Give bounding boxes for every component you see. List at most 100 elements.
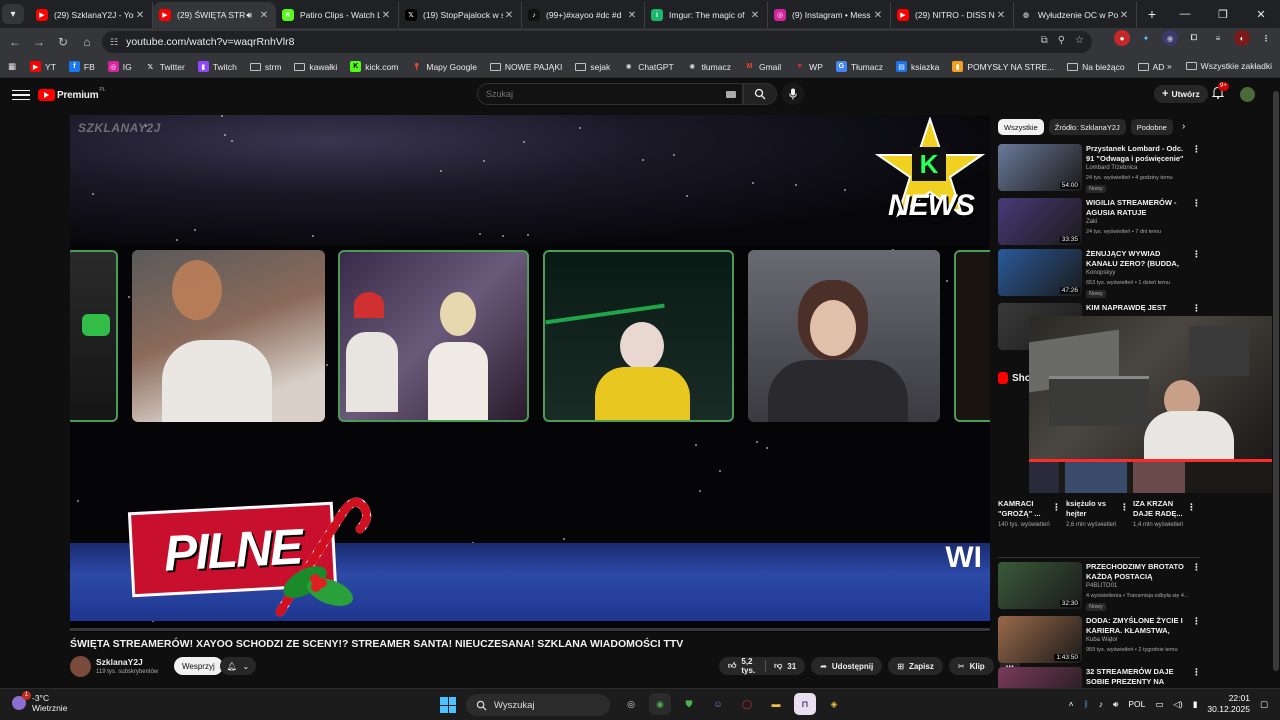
search-input[interactable] — [486, 89, 716, 99]
browser-tab[interactable]: ◍ Wyłudzenie OC w Po ✕ — [1014, 2, 1137, 28]
tray-overflow-icon[interactable]: ˄ — [1069, 699, 1074, 709]
more-options-icon[interactable]: ⋮ — [1192, 667, 1201, 678]
save-button[interactable]: ⊞ Zapisz — [888, 657, 943, 675]
steam-app-icon[interactable]: ◎ — [620, 693, 642, 715]
video-thumbnail[interactable]: 33:35 — [998, 198, 1082, 245]
close-tab-icon[interactable]: ✕ — [134, 10, 146, 21]
support-button[interactable]: Wesprzyj — [174, 657, 223, 675]
apps-grid-icon[interactable]: ▦ — [8, 61, 16, 72]
chips-next-icon[interactable]: › — [1182, 121, 1185, 132]
more-options-icon[interactable]: ⋮ — [1192, 562, 1201, 573]
more-options-icon[interactable]: ⋮ — [1052, 502, 1061, 513]
recommended-title[interactable]: ŻENUJĄCY WYWIAD KANAŁU ZERO? (BUDDA, STA… — [1086, 249, 1188, 268]
voice-search-button[interactable] — [782, 83, 804, 105]
more-options-icon[interactable]: ⋮ — [1192, 198, 1201, 209]
puzzle-icon[interactable]: ⧠ — [1186, 30, 1202, 46]
recommended-channel[interactable]: Konopskyy — [1086, 270, 1115, 276]
bookmark-item[interactable]: NOWE PAJĄKI — [489, 62, 562, 72]
close-tab-icon[interactable]: ✕ — [1118, 10, 1130, 21]
bookmark-item[interactable]: ▮ Twitch — [197, 61, 237, 72]
record-extension-icon[interactable]: ● — [1114, 30, 1130, 46]
close-tab-icon[interactable]: ✕ — [503, 10, 515, 21]
cast-icon[interactable]: ⧉ — [1041, 35, 1048, 46]
close-tab-icon[interactable]: ✕ — [749, 10, 761, 21]
browser-menu-icon[interactable]: ⋮ — [1258, 30, 1274, 46]
bluetooth-icon[interactable]: ᛒ — [1084, 699, 1089, 709]
filter-chip[interactable]: Podobne — [1130, 119, 1173, 135]
bookmark-item[interactable]: Kkick.com — [350, 61, 398, 72]
recommended-video[interactable]: 54:00 Przystanek Lombard - Odc. 91 "Odwag… — [998, 144, 1201, 193]
shield-app-icon[interactable]: ⛊ — [678, 693, 700, 715]
bookmark-item[interactable]: kawałki — [294, 62, 337, 72]
short-title[interactable]: księżulo vs hejter — [1066, 499, 1128, 519]
recommended-title[interactable]: Przystanek Lombard - Odc. 91 "Odwaga i p… — [1086, 144, 1188, 163]
maximize-button[interactable]: ❐ — [1204, 0, 1242, 28]
layers-app-icon[interactable]: ◈ — [823, 693, 845, 715]
create-button[interactable]: + Utwórz — [1154, 85, 1208, 103]
browser-tab[interactable]: ▶ (29) NITRO - DISS NA ✕ — [891, 2, 1014, 28]
taskbar-search[interactable]: Wyszukaj — [466, 694, 610, 716]
close-tab-icon[interactable]: ✕ — [258, 10, 270, 21]
bookmark-item[interactable]: AD — [1137, 62, 1164, 72]
recommended-video[interactable]: 33:35 WIGILIA STREAMERÓW - AGUSIA RATUJE … — [998, 198, 1201, 245]
extension-icon[interactable]: ✦ — [1138, 30, 1154, 46]
short-title[interactable]: KAMRACI "GROŻĄ" ... — [998, 499, 1060, 519]
zoom-icon[interactable]: ⚲ — [1058, 35, 1065, 46]
channel-avatar[interactable] — [70, 656, 91, 677]
like-button[interactable]: 👍︎ 5,2 tys. — [728, 657, 756, 675]
recommended-channel[interactable]: Lombard Trzebnica — [1086, 165, 1137, 171]
opera-app-icon[interactable]: ◯ — [736, 693, 758, 715]
extension-icon-2[interactable]: ◉ — [1162, 30, 1178, 46]
share-button[interactable]: ➦ Udostępnij — [811, 657, 883, 675]
page-scrollbar[interactable] — [1272, 79, 1280, 685]
clip-button[interactable]: ✂ Klip — [948, 657, 994, 675]
recommended-channel[interactable]: Kuba Wątor — [1086, 637, 1118, 643]
start-button[interactable] — [440, 697, 456, 713]
bookmark-item[interactable]: ▶ YT — [30, 61, 56, 72]
network-icon[interactable]: ▭ — [1155, 699, 1163, 710]
speaker-icon[interactable]: ◁) — [1173, 699, 1182, 710]
bookmark-item[interactable]: strm — [249, 62, 281, 72]
back-button[interactable]: ← — [3, 30, 27, 54]
browser-tab[interactable]: i Imgur: The magic of ✕ — [645, 2, 768, 28]
more-options-icon[interactable]: ⋮ — [1192, 144, 1201, 155]
more-options-icon[interactable]: ⋮ — [1120, 502, 1129, 513]
filter-chip[interactable]: Wszystkie — [998, 119, 1044, 135]
search-button[interactable] — [743, 83, 777, 105]
recommended-title[interactable]: WIGILIA STREAMERÓW - AGUSIA RATUJE SYTUA… — [1086, 198, 1188, 217]
profile-avatar-icon[interactable]: ◐ — [1234, 30, 1250, 46]
video-thumbnail[interactable]: 1:43:50 — [998, 616, 1082, 663]
short-title[interactable]: IZA KRZAN DAJE RADĘ... — [1133, 499, 1195, 519]
browser-tab[interactable]: 𝕏 (19) StopPajalock w s ✕ — [399, 2, 522, 28]
bookmark-item[interactable]: Na bieżąco — [1067, 62, 1125, 72]
youtube-logo[interactable]: Premium PL — [38, 87, 106, 101]
bookmark-item[interactable]: f FB — [68, 61, 95, 72]
filter-chip[interactable]: Źródło: SzklanaY2J — [1048, 119, 1126, 135]
bookmark-item[interactable]: sejak — [575, 62, 610, 72]
bookmark-item[interactable]: ◎ IG — [107, 61, 132, 72]
recommended-channel[interactable]: Zaki — [1086, 219, 1097, 225]
address-bar[interactable]: ☷ youtube.com/watch?v=waqrRnhVlr8 ⧉ ⚲ ☆ — [102, 31, 1092, 53]
minimize-button[interactable]: — — [1166, 0, 1204, 28]
notification-center-icon[interactable]: ▢ — [1260, 699, 1268, 710]
bookmark-item[interactable]: G Tłumacz — [835, 61, 883, 72]
recommended-channel[interactable]: P4BLITO01 — [1086, 583, 1117, 589]
video-thumbnail[interactable]: 47:26 — [998, 249, 1082, 296]
bookmark-item[interactable]: M Gmail — [744, 61, 782, 72]
more-options-icon[interactable]: ⋮ — [1192, 616, 1201, 627]
video-progress-bar[interactable] — [70, 628, 990, 631]
capcut-app-icon[interactable]: ⊓ — [794, 693, 816, 715]
tab-audio-icon[interactable]: 🔊︎ — [246, 10, 252, 21]
keyboard-icon[interactable] — [726, 91, 736, 98]
recommended-title[interactable]: PRZECHODZIMY BROTATO KAŻDĄ POSTACIĄ — [1086, 562, 1188, 581]
language-indicator[interactable]: POL — [1128, 699, 1145, 709]
short-item[interactable]: IZA KRZAN DAJE RADĘ... 1,4 mln wyświetleń — [1133, 499, 1195, 529]
video-player[interactable]: SZKLANAY2J K NEWS PILNE WI — [70, 115, 990, 632]
tab-search-button[interactable]: ▾ — [2, 4, 24, 24]
recommended-title[interactable]: 32 STREAMERÓW DAJE SOBIE PREZENTY NA ŚWI… — [1086, 667, 1188, 686]
mic-tray-icon[interactable]: ♪ — [1099, 699, 1103, 709]
scrollbar-thumb[interactable] — [1273, 91, 1279, 671]
subscription-bell-button[interactable]: 🔔︎ ⌄ — [220, 657, 256, 675]
bookmark-item[interactable]: 📍︎ Mapy Google — [411, 61, 477, 72]
close-tab-icon[interactable]: ✕ — [626, 10, 638, 21]
